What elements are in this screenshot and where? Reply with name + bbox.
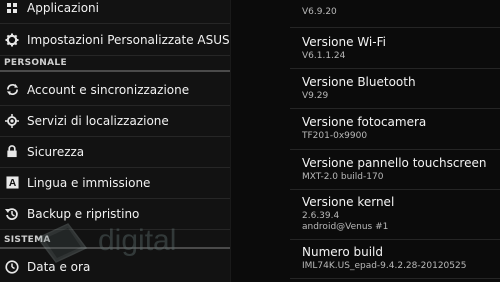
info-row-kernel-version: Versione kernel 2.6.39.4 android@Venus #…	[290, 190, 500, 240]
info-row-title: Versione Wi-Fi	[302, 35, 386, 49]
backup-icon	[5, 207, 19, 221]
sidebar-item-label: Backup e ripristino	[27, 206, 140, 221]
info-row-value: MXT-2.0 build-170	[302, 172, 384, 182]
info-row-title: Numero build	[302, 245, 383, 259]
info-row-value: V9.29	[302, 91, 329, 101]
section-header-sistema: SISTEMA	[0, 233, 230, 249]
info-row-title: Versione kernel	[302, 195, 395, 209]
info-row-camera-version: Versione fotocamera TF201-0x9900	[290, 109, 500, 150]
sidebar-item-security[interactable]: Sicurezza	[0, 136, 230, 168]
sidebar-item-location[interactable]: Servizi di localizzazione	[0, 105, 230, 137]
sidebar-item-label: Data e ora	[27, 259, 91, 274]
sync-icon	[5, 83, 19, 97]
settings-sidebar: Applicazioni Impostazioni Personalizzate…	[0, 0, 230, 282]
clock-icon	[5, 259, 19, 274]
apps-icon	[5, 1, 19, 15]
section-header-personale: PERSONALE	[0, 56, 230, 72]
sidebar-item-account[interactable]: Account e sincronizzazione	[0, 74, 230, 106]
sidebar-item-date-time[interactable]: Data e ora	[0, 251, 230, 282]
info-row-value: V6.9.20	[302, 7, 337, 17]
info-row-title: Versione Bluetooth	[302, 75, 416, 89]
info-row-value: IML74K.US_epad-9.4.2.28-20120525	[302, 261, 467, 271]
gear-icon	[5, 33, 19, 47]
info-row-touchscreen-version: Versione pannello touchscreen MXT-2.0 bu…	[290, 150, 500, 190]
pane-divider	[230, 0, 231, 282]
sidebar-item-label: Lingua e immissione	[27, 175, 151, 190]
lock-icon	[5, 145, 19, 159]
sidebar-item-label: Applicazioni	[27, 0, 99, 15]
sidebar-item-label: Impostazioni Personalizzate ASUS	[27, 32, 230, 47]
sidebar-item-applicazioni[interactable]: Applicazioni	[0, 0, 230, 24]
info-row-value: 2.6.39.4	[302, 211, 340, 221]
sidebar-item-label: Servizi di localizzazione	[27, 113, 169, 128]
info-row-wifi-version: Versione Wi-Fi V6.1.1.24	[290, 28, 500, 69]
info-row-value: TF201-0x9900	[302, 131, 368, 141]
svg-text:A: A	[8, 178, 16, 189]
info-row-firmware: V6.9.20	[290, 0, 500, 28]
sidebar-item-backup[interactable]: Backup e ripristino	[0, 198, 230, 230]
sidebar-item-asus-settings[interactable]: Impostazioni Personalizzate ASUS	[0, 24, 230, 56]
info-row-bluetooth-version: Versione Bluetooth V9.29	[290, 69, 500, 109]
info-row-build-number: Numero build IML74K.US_epad-9.4.2.28-201…	[290, 240, 500, 279]
sidebar-item-label: Account e sincronizzazione	[27, 82, 190, 97]
sidebar-item-label: Sicurezza	[27, 144, 85, 159]
info-row-value: V6.1.1.24	[302, 51, 346, 61]
info-row-value-secondary: android@Venus #1	[302, 222, 389, 232]
language-icon: A	[5, 176, 19, 190]
info-row-title: Versione fotocamera	[302, 115, 427, 129]
info-row-title: Versione pannello touchscreen	[302, 156, 487, 170]
sidebar-item-language[interactable]: A Lingua e immissione	[0, 167, 230, 199]
location-icon	[5, 113, 19, 128]
